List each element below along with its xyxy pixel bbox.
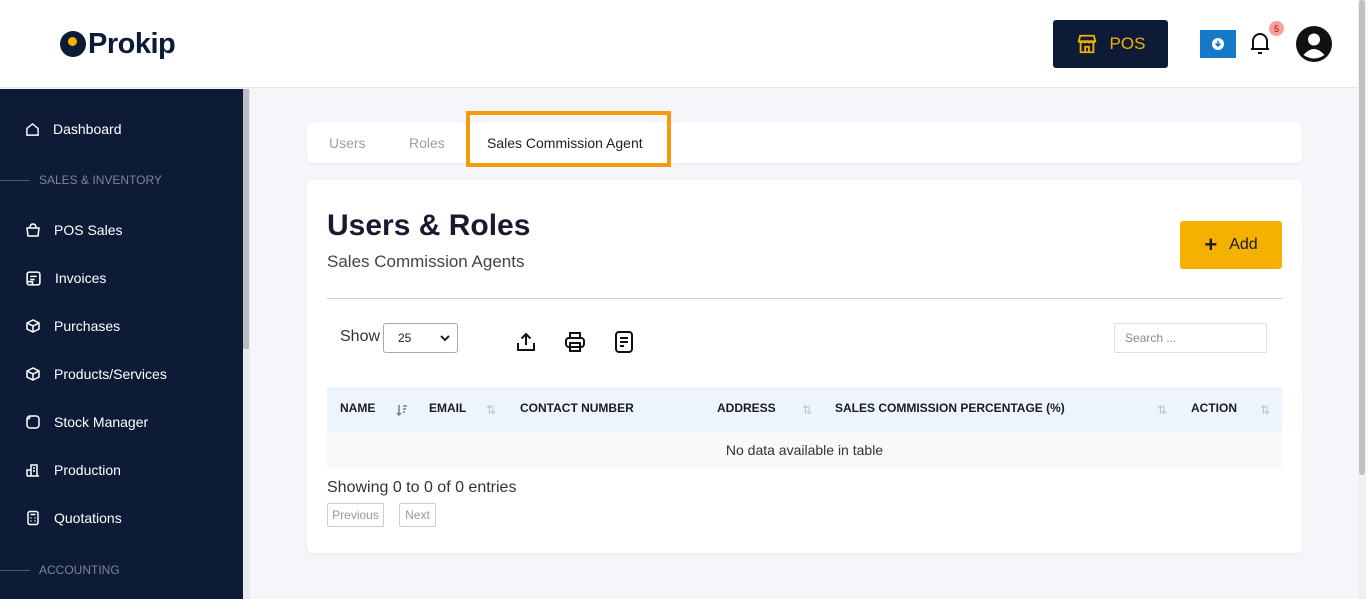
export-icon[interactable] xyxy=(514,330,538,354)
tabs-bar: Users Roles Sales Commission Agent xyxy=(307,122,1302,163)
sidebar-item-label: Invoices xyxy=(55,270,107,286)
download-icon xyxy=(1212,38,1224,50)
table-header: NAME EMAIL ⇅ CONTACT NUMBER ADDRESS ⇅ SA… xyxy=(327,387,1282,431)
top-header: Prokip POS 5 xyxy=(0,0,1358,88)
pos-button-label: POS xyxy=(1109,34,1146,53)
calculator-icon xyxy=(27,510,39,526)
page-title: Users & Roles xyxy=(327,209,531,242)
sidebar-item-invoices[interactable]: Invoices xyxy=(25,268,106,288)
cube-icon xyxy=(26,367,40,381)
show-entries-label: Show xyxy=(340,328,381,345)
sort-ascending-icon[interactable] xyxy=(396,404,408,416)
sidebar-item-stock-manager[interactable]: Stock Manager xyxy=(25,412,148,432)
sidebar-item-label: Dashboard xyxy=(53,121,122,137)
invoice-icon xyxy=(26,270,41,286)
logo-icon xyxy=(60,31,86,57)
sidebar-item-label: Products/Services xyxy=(54,366,167,382)
brand-logo[interactable]: Prokip xyxy=(60,28,176,60)
bag-icon xyxy=(26,223,40,237)
search-input[interactable] xyxy=(1114,323,1267,353)
column-header-email[interactable]: EMAIL xyxy=(429,401,466,415)
add-button-label: Add xyxy=(1229,236,1258,253)
sidebar: Dashboard SALES & INVENTORY POS Sales In… xyxy=(0,89,243,599)
sidebar-section-sales-inventory: SALES & INVENTORY xyxy=(0,173,162,187)
column-header-name[interactable]: NAME xyxy=(340,401,375,415)
previous-page-button[interactable]: Previous xyxy=(327,503,384,527)
factory-icon xyxy=(26,464,39,477)
next-page-button[interactable]: Next xyxy=(399,503,436,527)
stock-icon xyxy=(26,415,40,429)
column-header-contact-number[interactable]: CONTACT NUMBER xyxy=(520,401,634,415)
bell-icon[interactable] xyxy=(1248,30,1272,56)
sort-icon[interactable]: ⇅ xyxy=(1260,403,1270,417)
chevron-down-icon xyxy=(440,335,450,342)
sidebar-section-accounting: ACCOUNTING xyxy=(0,563,120,577)
sidebar-item-quotations[interactable]: Quotations xyxy=(25,508,122,528)
table-info: Showing 0 to 0 of 0 entries xyxy=(327,479,517,496)
download-button[interactable] xyxy=(1200,30,1236,58)
add-button[interactable]: + Add xyxy=(1180,221,1282,269)
box-icon xyxy=(26,319,40,333)
sidebar-item-pos-sales[interactable]: POS Sales xyxy=(25,220,122,240)
sidebar-item-label: Stock Manager xyxy=(54,414,149,430)
sidebar-item-products-services[interactable]: Products/Services xyxy=(25,364,167,384)
main-content-card: Users & Roles Sales Commission Agents + … xyxy=(307,180,1302,553)
document-icon[interactable] xyxy=(612,330,636,354)
sidebar-item-label: Quotations xyxy=(54,510,122,526)
sort-icon[interactable]: ⇅ xyxy=(802,403,812,417)
store-icon xyxy=(1077,34,1096,54)
sidebar-item-label: Purchases xyxy=(54,318,121,334)
notification-badge: 5 xyxy=(1269,21,1284,36)
sort-icon[interactable]: ⇅ xyxy=(1157,403,1167,417)
empty-table-message: No data available in table xyxy=(725,441,884,458)
user-avatar-icon[interactable] xyxy=(1296,26,1332,62)
tab-users[interactable]: Users xyxy=(329,135,366,151)
empty-table-row: No data available in table xyxy=(327,431,1282,468)
print-icon[interactable] xyxy=(563,330,587,354)
page-size-select[interactable]: 25 xyxy=(383,323,458,353)
divider xyxy=(327,298,1282,299)
sidebar-item-dashboard[interactable]: Dashboard xyxy=(25,119,122,139)
active-tab-highlight xyxy=(466,111,671,167)
sidebar-item-label: POS Sales xyxy=(54,222,123,238)
column-header-sales-commission-percentage[interactable]: SALES COMMISSION PERCENTAGE (%) xyxy=(835,401,1065,415)
home-icon xyxy=(26,122,39,136)
pos-button[interactable]: POS xyxy=(1053,20,1168,68)
page-subtitle: Sales Commission Agents xyxy=(327,252,525,271)
sidebar-item-label: Production xyxy=(54,462,121,478)
sidebar-scrollbar-thumb[interactable] xyxy=(243,89,249,349)
sidebar-item-production[interactable]: Production xyxy=(25,460,121,480)
plus-icon: + xyxy=(1204,232,1218,257)
agents-table: NAME EMAIL ⇅ CONTACT NUMBER ADDRESS ⇅ SA… xyxy=(327,387,1282,468)
sort-icon[interactable]: ⇅ xyxy=(486,403,496,417)
tab-roles[interactable]: Roles xyxy=(409,135,445,151)
column-header-action[interactable]: ACTION xyxy=(1191,401,1237,415)
column-header-address[interactable]: ADDRESS xyxy=(717,401,776,415)
page-size-value: 25 xyxy=(398,331,412,345)
brand-name: Prokip xyxy=(88,28,176,60)
sidebar-item-purchases[interactable]: Purchases xyxy=(25,316,120,336)
page-scrollbar-thumb[interactable] xyxy=(1359,0,1365,475)
